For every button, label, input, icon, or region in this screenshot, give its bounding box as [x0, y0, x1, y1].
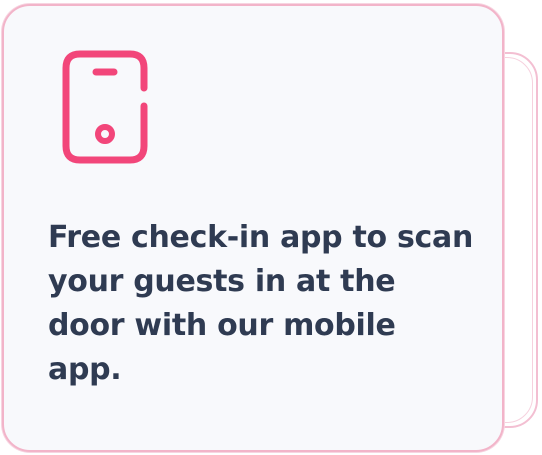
mobile-phone-icon	[60, 50, 164, 168]
feature-card: Free check-in app to scan your guests in…	[2, 4, 504, 452]
feature-description: Free check-in app to scan your guests in…	[48, 220, 474, 387]
